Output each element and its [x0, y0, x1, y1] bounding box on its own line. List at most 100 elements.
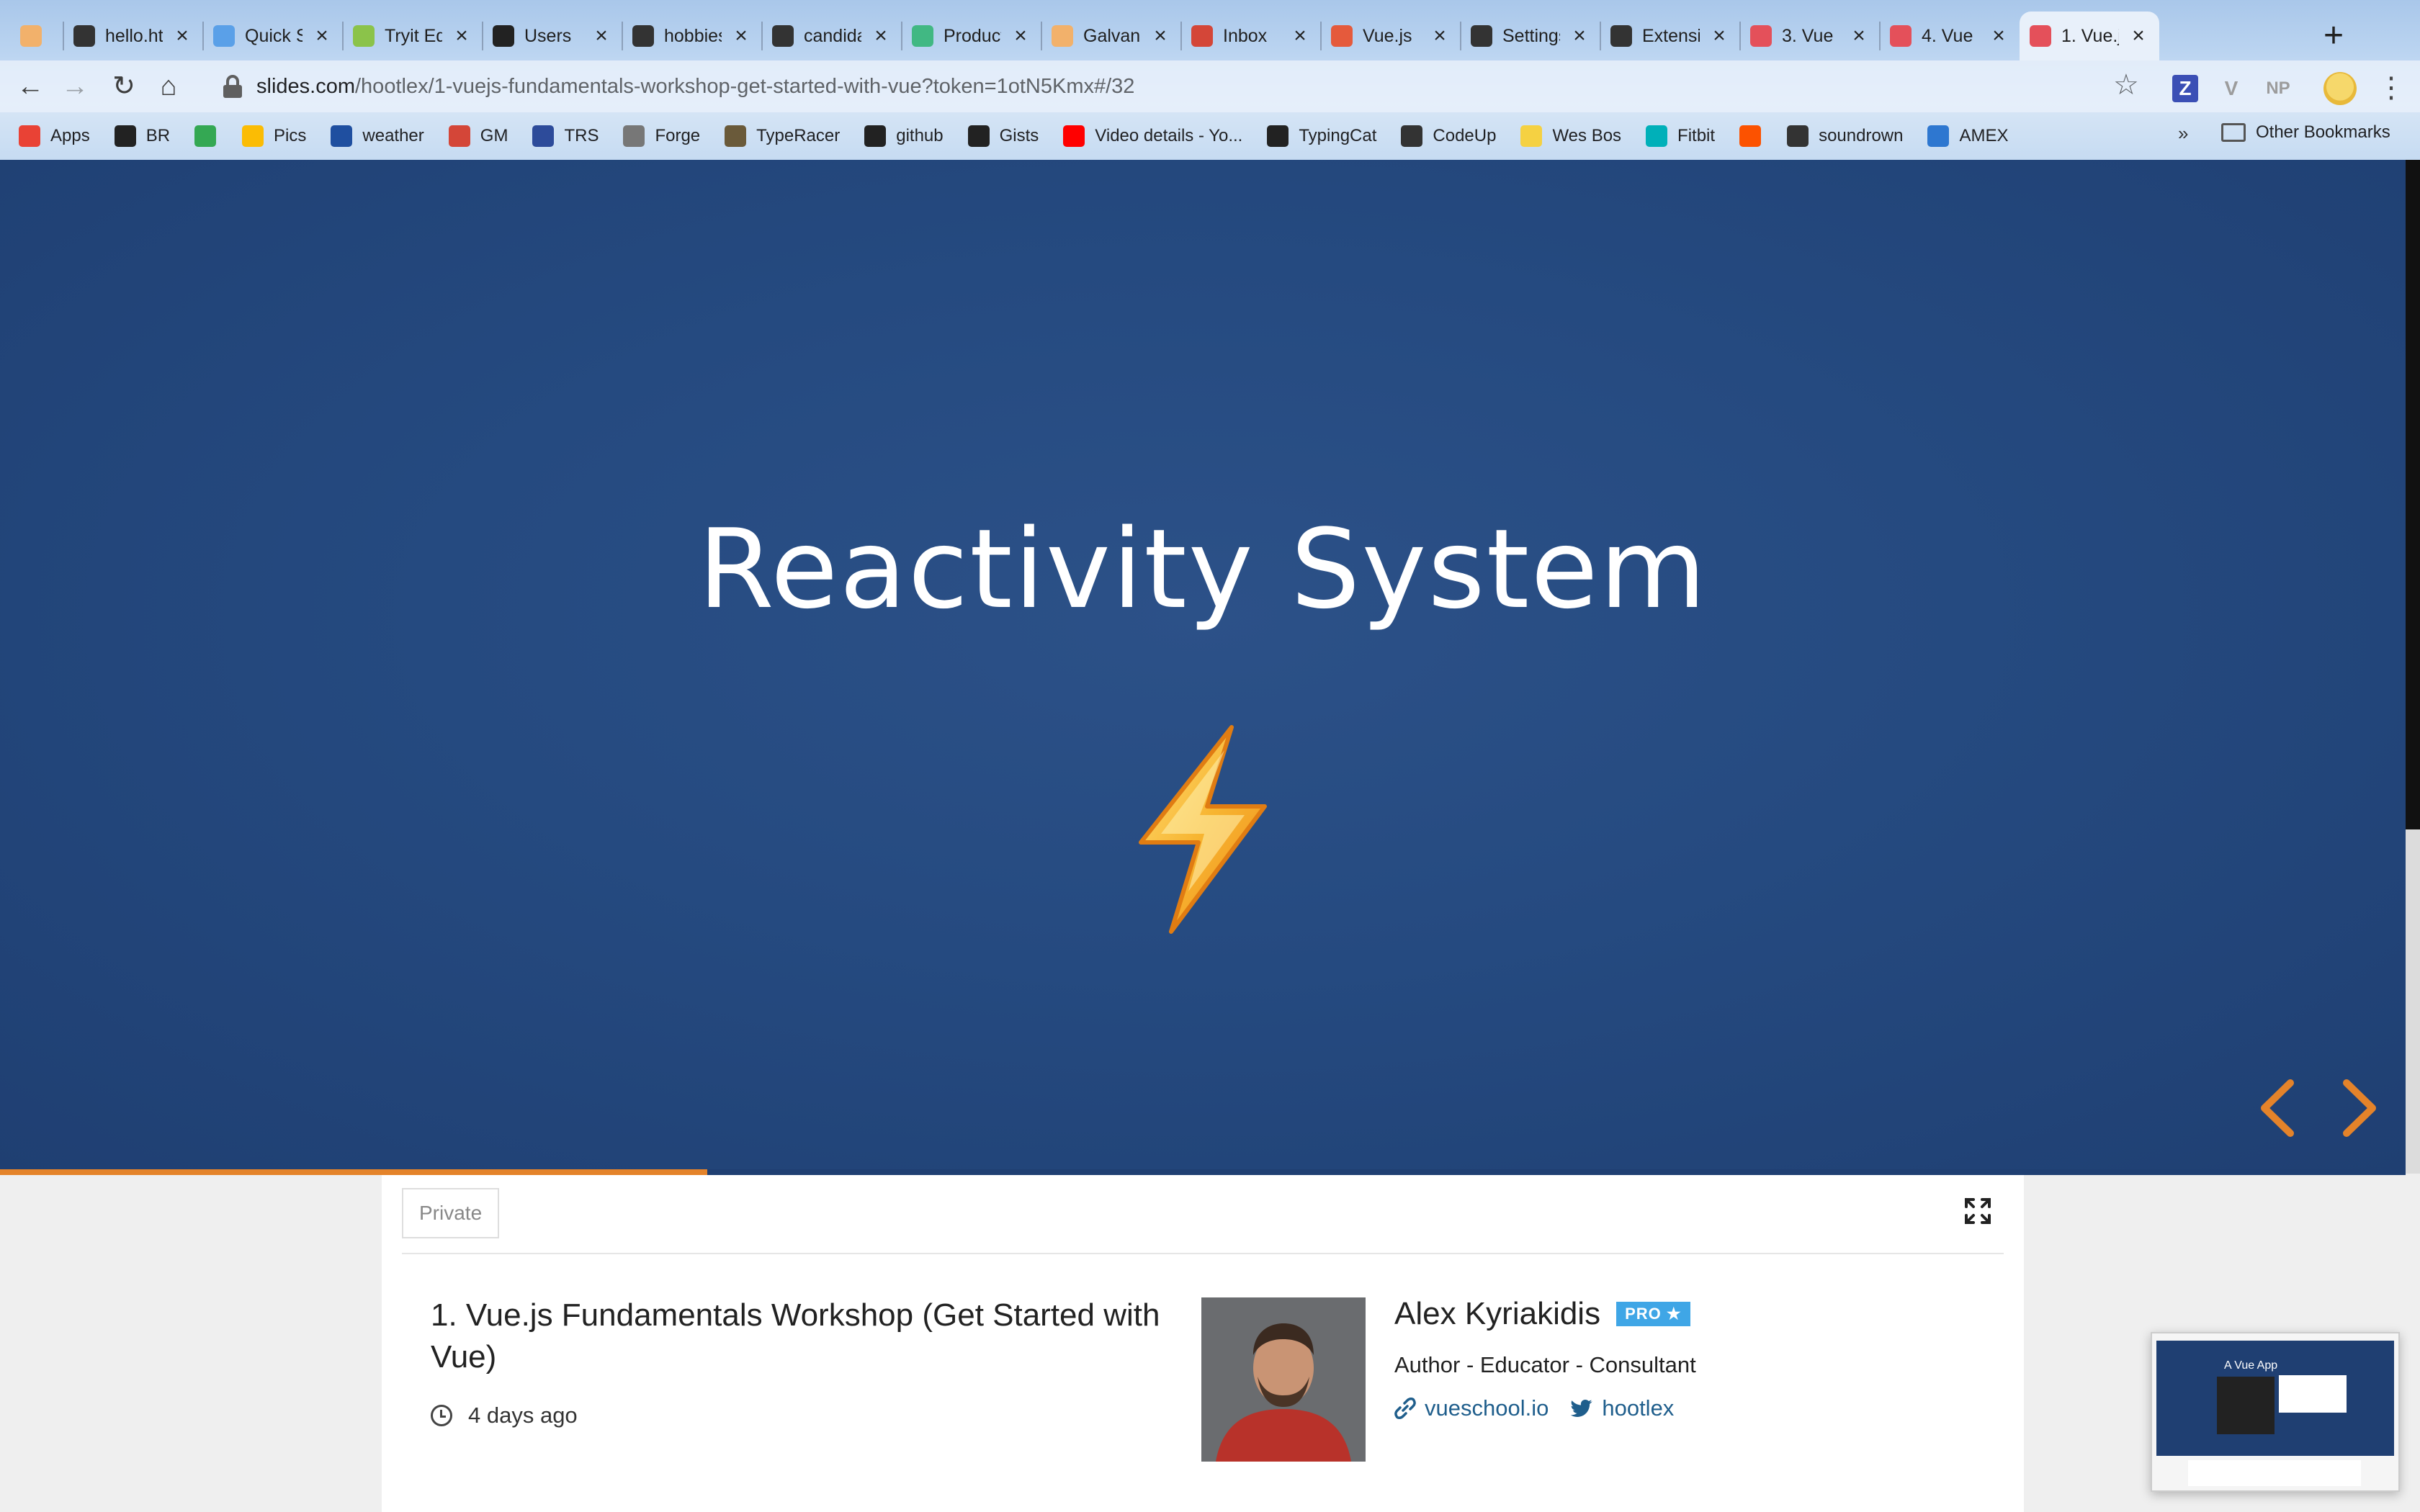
bookmark-item[interactable]: TypingCat — [1267, 125, 1376, 147]
profile-avatar[interactable] — [2323, 72, 2357, 105]
gear-icon — [1471, 25, 1492, 47]
website-link[interactable]: vueschool.io — [1394, 1395, 1549, 1421]
forward-button[interactable]: → — [55, 66, 95, 107]
url-text[interactable]: slides.com/hootlex/1-vuejs-fundamentals-… — [256, 75, 1134, 99]
author-links: vueschool.io hootlex — [1394, 1395, 1695, 1421]
fullscreen-icon[interactable] — [1963, 1197, 1992, 1225]
bookmark-item[interactable]: weather — [331, 125, 424, 147]
tab-close-icon[interactable]: × — [1988, 24, 2009, 48]
browser-tab[interactable]: Tryit Editor × — [343, 12, 483, 60]
browser-tab[interactable]: Extensions × — [1600, 12, 1740, 60]
bookmark-item[interactable]: BR — [114, 125, 170, 147]
new-tab-button[interactable]: + — [2313, 16, 2354, 56]
other-bookmarks-folder[interactable]: Other Bookmarks — [2221, 122, 2390, 143]
link-icon — [1394, 1398, 1416, 1419]
slide-viewport[interactable]: Reactivity System — [0, 160, 2406, 1174]
browser-tab[interactable]: Settings × — [1461, 12, 1600, 60]
tab-title: Quick Start — [245, 25, 302, 46]
tab-close-icon[interactable]: × — [2128, 24, 2149, 48]
slide-progress-bar — [0, 1169, 707, 1175]
weather-icon — [331, 125, 353, 147]
paw-icon — [1267, 125, 1289, 147]
browser-tab[interactable]: Galvanize × — [1041, 12, 1181, 60]
reload-button[interactable]: ↻ — [104, 66, 144, 107]
browser-tab[interactable]: Product × — [902, 12, 1041, 60]
bookmark-item[interactable] — [194, 125, 226, 147]
extension-np-icon[interactable]: NP — [2260, 75, 2296, 102]
bookmark-item[interactable]: AMEX — [1927, 125, 2009, 147]
bookmark-label: GM — [480, 126, 508, 145]
tab-close-icon[interactable]: × — [870, 24, 892, 48]
bookmark-item[interactable] — [1739, 125, 1771, 147]
bookmark-item[interactable]: CodeUp — [1401, 125, 1496, 147]
bookmark-star-icon[interactable]: ☆ — [2113, 65, 2139, 105]
hand-icon — [20, 25, 42, 47]
browser-tab[interactable]: Users × — [483, 12, 622, 60]
browser-tab[interactable]: 1. Vue.js × — [2020, 12, 2159, 60]
bookmark-item[interactable]: TypeRacer — [725, 125, 840, 147]
browser-tab[interactable]: candidates × — [762, 12, 902, 60]
browser-tab[interactable]: hobbies × — [622, 12, 762, 60]
extension-z-icon[interactable]: Z — [2172, 75, 2198, 102]
tab-title: Tryit Editor — [385, 25, 442, 46]
tab-close-icon[interactable]: × — [1289, 24, 1311, 48]
tab-title: hobbies — [664, 25, 722, 46]
tab-title: Extensions — [1642, 25, 1700, 46]
tab-close-icon[interactable]: × — [1848, 24, 1870, 48]
address-bar[interactable]: slides.com/hootlex/1-vuejs-fundamentals-… — [203, 63, 2133, 109]
tab-close-icon[interactable]: × — [591, 24, 612, 48]
tab-close-icon[interactable]: × — [1429, 24, 1451, 48]
browser-menu-icon[interactable]: ⋮ — [2377, 68, 2406, 108]
bookmark-item[interactable]: TRS — [532, 125, 599, 147]
twitter-link[interactable]: hootlex — [1570, 1395, 1674, 1421]
tab-title: Product — [944, 25, 1001, 46]
tab-close-icon[interactable]: × — [1150, 24, 1171, 48]
tab-close-icon[interactable]: × — [1708, 24, 1730, 48]
author-name-row: Alex Kyriakidis PRO ★ — [1394, 1296, 1690, 1332]
browser-tab[interactable]: Quick Start × — [203, 12, 343, 60]
tab-title: Galvanize — [1083, 25, 1141, 46]
bookmark-item[interactable]: Video details - Yo... — [1063, 125, 1242, 147]
bookmarks-overflow-button[interactable]: » — [2178, 122, 2188, 145]
slides-icon — [2030, 25, 2051, 47]
author-avatar[interactable] — [1201, 1297, 1366, 1462]
author-name[interactable]: Alex Kyriakidis — [1394, 1296, 1600, 1332]
deck-timestamp: 4 days ago — [431, 1403, 578, 1428]
tab-close-icon[interactable]: × — [171, 24, 193, 48]
tab-close-icon[interactable]: × — [451, 24, 472, 48]
bookmark-item[interactable]: Pics — [242, 125, 306, 147]
bookmark-item[interactable]: Apps — [19, 125, 90, 147]
home-button[interactable]: ⌂ — [148, 66, 189, 107]
globe-icon — [73, 25, 95, 47]
prev-slide-arrow-icon[interactable] — [2253, 1076, 2303, 1140]
youtube-icon — [1063, 125, 1085, 147]
bookmark-label: Apps — [50, 126, 90, 145]
browser-tab[interactable]: 4. Vue × — [1880, 12, 2020, 60]
extension-v-icon[interactable]: V — [2218, 75, 2244, 102]
bookmark-label: Wes Bos — [1552, 126, 1622, 145]
video-preview-thumbnail[interactable]: A Vue App — [2151, 1332, 2400, 1492]
next-slide-arrow-icon[interactable] — [2334, 1076, 2384, 1140]
deck-title: 1. Vue.js Fundamentals Workshop (Get Sta… — [431, 1297, 1160, 1374]
bookmark-item[interactable]: Forge — [623, 125, 700, 147]
github-icon — [967, 125, 990, 147]
bookmark-label: soundrown — [1819, 126, 1904, 145]
bookmark-item[interactable]: soundrown — [1787, 125, 1903, 147]
browser-tab[interactable]: 3. Vue × — [1740, 12, 1880, 60]
twitter-link-label: hootlex — [1602, 1395, 1675, 1421]
bookmark-item[interactable]: GM — [448, 125, 508, 147]
tab-close-icon[interactable]: × — [311, 24, 333, 48]
back-button[interactable]: ← — [10, 66, 50, 107]
browser-tab[interactable]: Inbox × — [1181, 12, 1321, 60]
browser-tab[interactable]: hello.html × — [63, 12, 203, 60]
bookmark-item[interactable]: Wes Bos — [1520, 125, 1621, 147]
browser-tab[interactable] — [10, 12, 63, 60]
page-scrollbar-thumb[interactable] — [2406, 160, 2420, 829]
tab-close-icon[interactable]: × — [1569, 24, 1590, 48]
tab-close-icon[interactable]: × — [1010, 24, 1031, 48]
bookmark-item[interactable]: github — [864, 125, 944, 147]
tab-close-icon[interactable]: × — [730, 24, 752, 48]
bookmark-item[interactable]: Gists — [967, 125, 1039, 147]
bookmark-item[interactable]: Fitbit — [1646, 125, 1715, 147]
browser-tab[interactable]: Vue.js × — [1321, 12, 1461, 60]
